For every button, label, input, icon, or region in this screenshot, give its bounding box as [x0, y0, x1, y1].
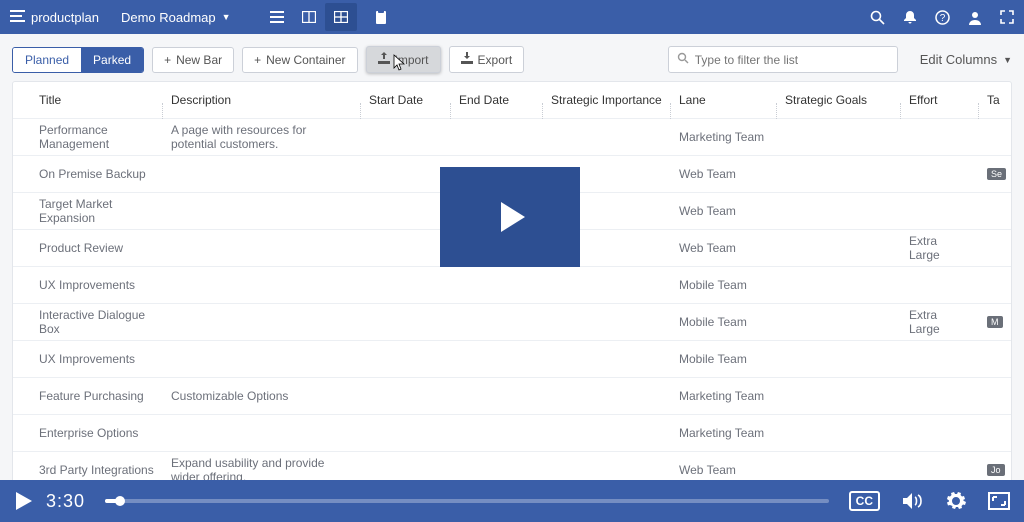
cell-title: Interactive Dialogue Box: [13, 308, 163, 336]
new-container-button[interactable]: + New Container: [242, 47, 357, 73]
download-icon: [461, 52, 473, 67]
col-start-date[interactable]: Start Date: [361, 93, 451, 107]
closed-captions-button[interactable]: CC: [849, 491, 880, 511]
cell-title: Product Review: [13, 241, 163, 255]
cell-lane: Mobile Team: [671, 352, 777, 366]
import-button[interactable]: Import: [366, 46, 441, 73]
cell-lane: Mobile Team: [671, 315, 777, 329]
roadmap-dropdown[interactable]: Demo Roadmap ▼: [121, 10, 231, 25]
plus-icon: +: [254, 53, 261, 67]
cell-effort: Extra Large: [901, 308, 979, 336]
import-label: Import: [395, 53, 429, 67]
col-end-date[interactable]: End Date: [451, 93, 543, 107]
view-table-icon[interactable]: [325, 3, 357, 31]
table-row[interactable]: Feature PurchasingCustomizable Options Ma…: [13, 378, 1011, 415]
video-seek-bar[interactable]: [105, 499, 829, 503]
cell-tag: Se: [979, 168, 999, 180]
col-tags[interactable]: Ta: [979, 93, 999, 107]
col-lane[interactable]: Lane: [671, 93, 777, 107]
table-row[interactable]: UX Improvements Mobile Team: [13, 267, 1011, 304]
search-icon[interactable]: [870, 10, 885, 25]
new-bar-label: New Bar: [176, 53, 222, 67]
new-container-label: New Container: [266, 53, 345, 67]
brand-icon: [10, 10, 25, 25]
table-row[interactable]: Interactive Dialogue Box Mobile Team Extra…: [13, 304, 1011, 341]
export-button[interactable]: Export: [449, 46, 525, 73]
view-clipboard-icon[interactable]: [365, 3, 397, 31]
cell-effort: Extra Large: [901, 234, 979, 262]
cell-lane: Web Team: [671, 167, 777, 181]
col-strategic-importance[interactable]: Strategic Importance: [543, 93, 671, 107]
cell-title: Enterprise Options: [13, 426, 163, 440]
view-mode-group: [261, 3, 397, 31]
col-title[interactable]: Title: [13, 93, 163, 107]
col-effort[interactable]: Effort: [901, 93, 979, 107]
tab-planned[interactable]: Planned: [13, 48, 81, 72]
view-split-icon[interactable]: [293, 3, 325, 31]
cell-description: A page with resources for potential cust…: [163, 123, 361, 151]
video-control-bar: 3:30 CC: [0, 480, 1024, 522]
video-play-icon[interactable]: [14, 491, 32, 511]
cell-title: Performance Management: [13, 123, 163, 151]
settings-gear-icon[interactable]: [946, 491, 966, 511]
cell-title: Feature Purchasing: [13, 389, 163, 403]
cell-title: UX Improvements: [13, 278, 163, 292]
table-row[interactable]: Enterprise Options Marketing Team: [13, 415, 1011, 452]
upload-icon: [378, 52, 390, 67]
search-icon: [677, 51, 689, 69]
cell-lane: Marketing Team: [671, 389, 777, 403]
cell-lane: Web Team: [671, 241, 777, 255]
help-icon[interactable]: ?: [935, 10, 950, 25]
fullscreen-icon[interactable]: [1000, 10, 1014, 24]
cell-tag: Jo: [979, 464, 999, 476]
col-description[interactable]: Description: [163, 93, 361, 107]
table-row[interactable]: UX Improvements Mobile Team: [13, 341, 1011, 378]
status-tab-group: Planned Parked: [12, 47, 144, 73]
cell-title: UX Improvements: [13, 352, 163, 366]
brand: productplan: [10, 10, 99, 25]
cell-title: On Premise Backup: [13, 167, 163, 181]
cell-lane: Web Team: [671, 204, 777, 218]
tab-parked[interactable]: Parked: [81, 48, 143, 72]
cell-tag: M: [979, 316, 999, 328]
col-strategic-goals[interactable]: Strategic Goals: [777, 93, 901, 107]
brand-text: productplan: [31, 10, 99, 25]
filter-input-wrap[interactable]: [668, 46, 898, 73]
video-seek-handle[interactable]: [115, 496, 125, 506]
nav-right-group: ?: [870, 10, 1014, 25]
user-icon[interactable]: [968, 10, 982, 25]
cell-title: Target Market Expansion: [13, 197, 163, 225]
video-right-controls: CC: [849, 491, 1010, 511]
roadmap-name: Demo Roadmap: [121, 10, 216, 25]
cell-lane: Marketing Team: [671, 426, 777, 440]
new-bar-button[interactable]: + New Bar: [152, 47, 234, 73]
edit-columns-button[interactable]: Edit Columns ▼: [920, 52, 1012, 67]
table-row[interactable]: Performance ManagementA page with resour…: [13, 119, 1011, 156]
edit-columns-label: Edit Columns: [920, 52, 997, 67]
plus-icon: +: [164, 53, 171, 67]
volume-icon[interactable]: [902, 492, 924, 510]
export-label: Export: [478, 53, 513, 67]
top-nav: productplan Demo Roadmap ▼ ?: [0, 0, 1024, 34]
filter-input[interactable]: [695, 53, 889, 67]
cell-lane: Mobile Team: [671, 278, 777, 292]
expand-icon[interactable]: [988, 492, 1010, 510]
cell-title: 3rd Party Integrations: [13, 463, 163, 477]
data-table: Title Description Start Date End Date St…: [12, 81, 1012, 511]
cell-description: Customizable Options: [163, 389, 361, 403]
toolbar: Planned Parked + New Bar + New Container…: [0, 34, 1024, 81]
video-play-button[interactable]: [440, 167, 580, 267]
cell-lane: Marketing Team: [671, 130, 777, 144]
view-list-icon[interactable]: [261, 3, 293, 31]
table-header-row: Title Description Start Date End Date St…: [13, 82, 1011, 119]
caret-down-icon: ▼: [222, 12, 231, 22]
svg-text:?: ?: [940, 13, 946, 24]
bell-icon[interactable]: [903, 10, 917, 25]
video-time: 3:30: [46, 491, 85, 512]
caret-down-icon: ▼: [1003, 55, 1012, 65]
cell-lane: Web Team: [671, 463, 777, 477]
